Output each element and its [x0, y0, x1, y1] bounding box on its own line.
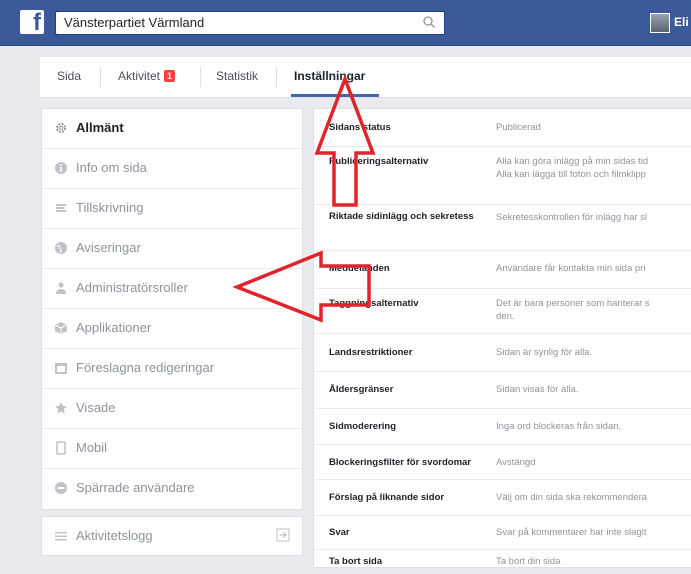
- avatar[interactable]: [650, 13, 670, 33]
- sidebar-item-label: Administratörsroller: [76, 280, 188, 295]
- setting-value: Inga ord blockeras från sidan.: [496, 421, 622, 432]
- sidebar-item-label: Föreslagna redigeringar: [76, 360, 215, 375]
- settings-row-messages[interactable]: Meddelanden Användare får kontakta min s…: [314, 251, 691, 289]
- list-icon: [55, 532, 67, 541]
- setting-name: Sidmoderering: [329, 421, 397, 432]
- sidebar-item-apps[interactable]: Applikationer: [42, 309, 302, 349]
- setting-name: Svar: [329, 527, 350, 538]
- settings-row-posting[interactable]: Publiceringsalternativ Alla kan göra inl…: [314, 147, 691, 205]
- setting-value-line2: Alla kan lägga till foton och filmklipp: [496, 169, 646, 180]
- sidebar-item-mobile[interactable]: Mobil: [42, 429, 302, 469]
- setting-name: Ta bort sida: [329, 556, 383, 567]
- setting-value: Ta bort din sida: [496, 556, 561, 567]
- setting-value: Alla kan göra inlägg på min sidas tid: [496, 156, 649, 167]
- tab-divider: [200, 67, 201, 87]
- calendar-icon: [55, 363, 67, 374]
- sidebar-item-label: Spärrade användare: [76, 480, 195, 495]
- setting-name: Landsrestriktioner: [329, 347, 413, 358]
- tab-divider: [276, 67, 277, 87]
- gear-icon: [56, 123, 66, 133]
- tab-settings[interactable]: Inställningar: [294, 69, 365, 83]
- sidebar-item-attribution[interactable]: Tillskrivning: [42, 189, 302, 229]
- tab-statistics[interactable]: Statistik: [216, 69, 258, 83]
- sidebar-item-label: Info om sida: [76, 160, 147, 175]
- search-input-value[interactable]: Vänsterpartiet Värmland: [64, 15, 204, 30]
- setting-value: Det är bara personer som hanterar s: [496, 298, 650, 309]
- mobile-icon: [56, 441, 66, 455]
- settings-row-replies[interactable]: Svar Svar på kommentarer har inte slagit: [314, 516, 691, 550]
- settings-row-country-restrictions[interactable]: Landsrestriktioner Sidan är synlig för a…: [314, 334, 691, 372]
- activity-log-link[interactable]: Aktivitetslogg: [41, 516, 303, 556]
- setting-value: Sidan visas för alla.: [496, 384, 579, 395]
- top-navigation-bar: f Vänsterpartiet Värmland Eli: [0, 0, 691, 46]
- setting-name: Publiceringsalternativ: [329, 156, 429, 167]
- tab-activity[interactable]: Aktivitet 1: [118, 69, 176, 83]
- settings-row-tagging[interactable]: Taggningsalternativ Det är bara personer…: [314, 289, 691, 334]
- search-icon[interactable]: [422, 15, 436, 29]
- external-link-icon[interactable]: [276, 528, 290, 542]
- setting-name: Åldersgränser: [329, 384, 394, 395]
- sidebar-item-label: Visade: [76, 400, 116, 415]
- setting-name: Meddelanden: [329, 263, 390, 274]
- setting-name: Blockeringsfilter för svordomar: [329, 457, 472, 468]
- settings-row-page-status[interactable]: Sidans status Publicerad: [314, 109, 691, 147]
- setting-name: Sidans status: [329, 122, 391, 133]
- page-tabs: Sida Aktivitet 1 Statistik Inställningar: [40, 57, 691, 98]
- sidebar-item-admin-roles[interactable]: Administratörsroller: [42, 269, 302, 309]
- sidebar-item-blocked-users[interactable]: Spärrade användare: [42, 469, 302, 508]
- setting-value: Sidan är synlig för alla.: [496, 347, 593, 358]
- globe-icon: [55, 242, 67, 254]
- block-icon: [55, 482, 67, 494]
- setting-value: Svar på kommentarer har inte slagit: [496, 527, 647, 538]
- settings-row-page-moderation[interactable]: Sidmoderering Inga ord blockeras från si…: [314, 409, 691, 445]
- info-icon: [55, 162, 67, 174]
- cube-icon: [54, 322, 68, 334]
- sidebar-item-featured[interactable]: Visade: [42, 389, 302, 429]
- star-icon: [55, 402, 67, 414]
- settings-row-targeting-privacy[interactable]: Riktade sidinlägg och sekretess Sekretes…: [314, 205, 691, 251]
- setting-value: Avstängd: [496, 457, 536, 468]
- active-tab-indicator: [291, 94, 379, 97]
- sidebar-item-label: Mobil: [76, 440, 108, 455]
- sidebar-item-suggested-edits[interactable]: Föreslagna redigeringar: [42, 349, 302, 389]
- setting-value: Publicerad: [496, 122, 541, 133]
- settings-row-age-restrictions[interactable]: Åldersgränser Sidan visas för alla.: [314, 372, 691, 409]
- sidebar-item-page-info[interactable]: Info om sida: [42, 149, 302, 189]
- notification-badge: 1: [164, 70, 176, 82]
- sidebar-item-label: Tillskrivning: [76, 200, 144, 215]
- setting-value: Användare får kontakta min sida pri: [496, 263, 646, 274]
- settings-panel: Sidans status Publicerad Publiceringsalt…: [313, 108, 691, 568]
- activity-log-label: Aktivitetslogg: [76, 528, 153, 543]
- settings-row-remove-page[interactable]: Ta bort sida Ta bort din sida: [314, 550, 691, 567]
- setting-name: Riktade sidinlägg och sekretess: [329, 211, 474, 222]
- person-icon: [56, 282, 66, 294]
- facebook-logo-icon[interactable]: f: [20, 9, 44, 36]
- setting-name: Taggningsalternativ: [329, 298, 419, 309]
- sidebar-item-notifications[interactable]: Aviseringar: [42, 229, 302, 269]
- settings-row-similar-pages[interactable]: Förslag på liknande sidor Välj om din si…: [314, 480, 691, 516]
- sidebar-item-label: Allmänt: [76, 120, 124, 135]
- setting-value: Välj om din sida ska rekommendera: [496, 492, 648, 503]
- search-input[interactable]: Vänsterpartiet Värmland: [55, 11, 445, 35]
- sidebar-item-general[interactable]: Allmänt: [42, 109, 302, 149]
- sidebar-item-label: Applikationer: [76, 320, 152, 335]
- settings-sidebar: Allmänt Info om sida Tillskrivning Avise…: [41, 108, 303, 510]
- user-name[interactable]: Eli: [674, 15, 689, 29]
- tab-divider: [100, 67, 101, 87]
- flag-icon: [56, 204, 66, 212]
- settings-row-profanity-filter[interactable]: Blockeringsfilter för svordomar Avstängd: [314, 445, 691, 480]
- setting-value: Sekretesskontrollen för inlägg har sl: [496, 212, 648, 223]
- setting-name: Förslag på liknande sidor: [329, 492, 445, 503]
- tab-page[interactable]: Sida: [57, 69, 81, 83]
- setting-value-line2: den.: [496, 311, 515, 322]
- sidebar-item-label: Aviseringar: [76, 240, 141, 255]
